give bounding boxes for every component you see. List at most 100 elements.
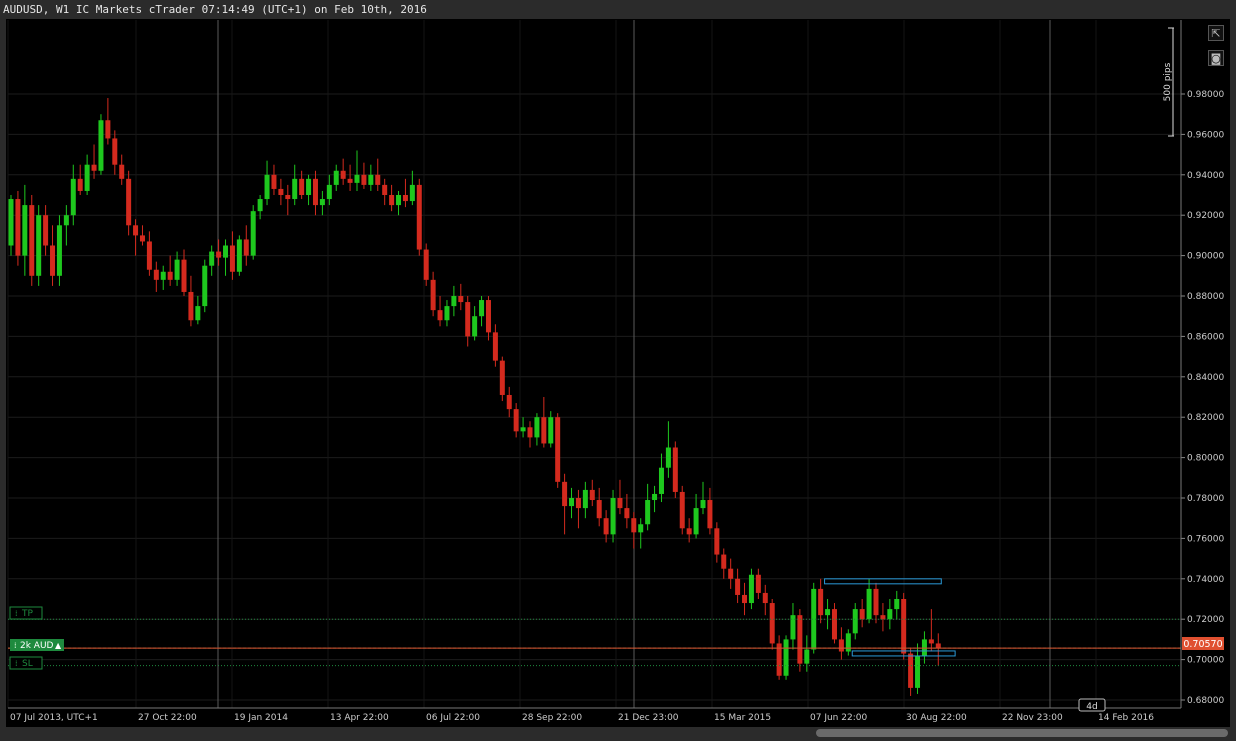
candle-body <box>139 235 145 242</box>
candle-body <box>312 178 318 206</box>
candle-body <box>645 500 651 525</box>
candle-body <box>119 164 125 179</box>
candle-body <box>887 609 893 620</box>
candle-body <box>167 271 173 280</box>
y-tick-label: 0.90000 <box>1187 252 1224 262</box>
time-marker-label: 4d <box>1086 702 1097 712</box>
scrollbar-thumb[interactable] <box>816 729 1228 737</box>
candlestick-chart[interactable]: 0.98000 0.96000 0.94000 0.92000 0.90000 0.880… <box>0 0 1236 741</box>
candle-body <box>229 245 235 272</box>
candle-body <box>188 291 194 321</box>
vertical-separators <box>217 20 1051 708</box>
position-label: 2k AUD <box>20 641 54 651</box>
candle-body <box>652 493 658 501</box>
x-tick-label: 07 Jun 22:00 <box>810 713 867 723</box>
candle-body <box>236 239 242 272</box>
y-tick-label: 0.80000 <box>1187 454 1224 464</box>
candle-body <box>50 245 56 276</box>
x-tick-label: 30 Aug 22:00 <box>906 713 967 723</box>
candle-body <box>174 259 180 280</box>
candle-body <box>748 574 754 604</box>
candle-body <box>292 178 298 200</box>
position-label-box[interactable]: ⁞ 2k AUD ▲ <box>10 639 64 651</box>
candle-body <box>389 195 395 206</box>
candle-body <box>347 178 353 183</box>
y-tick-label: 0.84000 <box>1187 373 1224 383</box>
candle-body <box>146 241 152 270</box>
x-tick-label: 19 Jan 2014 <box>234 713 288 723</box>
candle-body <box>693 508 699 535</box>
candle-body <box>416 184 422 250</box>
candle-body <box>285 195 291 200</box>
candle-body <box>409 184 415 202</box>
candle-body <box>160 271 166 280</box>
candle-body <box>866 588 872 620</box>
up-arrow-icon: ▲ <box>55 641 62 650</box>
candle-body <box>333 170 339 185</box>
candle-body <box>451 296 457 307</box>
candle-body <box>63 215 69 226</box>
candle-body <box>181 259 187 292</box>
candle-body <box>444 306 450 321</box>
candle-body <box>935 643 941 649</box>
candle-body <box>921 639 927 656</box>
candle-body <box>264 174 270 200</box>
candles <box>8 98 941 696</box>
candle-body <box>126 178 132 226</box>
tp-label: TP <box>21 609 33 619</box>
candle-body <box>915 655 921 688</box>
y-tick-label: 0.68000 <box>1187 696 1224 706</box>
candle-body <box>624 508 630 519</box>
sl-label-box[interactable]: ⁞ SL <box>9 656 43 670</box>
y-tick-label: 0.98000 <box>1187 90 1224 100</box>
candle-body <box>534 417 540 438</box>
candle-body <box>243 239 249 256</box>
candle-body <box>804 649 810 664</box>
candle-body <box>368 174 374 185</box>
y-tick-label: 0.92000 <box>1187 211 1224 221</box>
candle-body <box>257 199 263 212</box>
candle-body <box>797 615 803 664</box>
candle-body <box>617 498 623 509</box>
candle-body <box>423 249 429 280</box>
candle-body <box>742 594 748 604</box>
current-price-tag: 0.70570 <box>1182 637 1224 650</box>
camera-icon[interactable]: ◙ <box>1208 50 1224 66</box>
candle-body <box>340 170 346 179</box>
candle-body <box>485 300 491 333</box>
candle-body <box>112 138 118 165</box>
y-tick-label: 0.76000 <box>1187 534 1224 544</box>
candle-body <box>326 184 332 200</box>
x-tick-label: 15 Mar 2015 <box>714 713 771 723</box>
candle-body <box>818 588 824 616</box>
candle-body <box>98 120 104 171</box>
candle-body <box>402 195 408 202</box>
popout-icon[interactable]: ⇱ <box>1208 25 1224 41</box>
candle-body <box>133 225 139 236</box>
candle-body <box>665 447 671 468</box>
candle-body <box>70 178 76 216</box>
candle-body <box>396 195 402 206</box>
candle-body <box>596 500 602 519</box>
candle-body <box>278 188 284 195</box>
candle-body <box>825 609 831 616</box>
candle-body <box>8 199 14 246</box>
candle-body <box>299 178 305 195</box>
candle-body <box>520 427 526 432</box>
candle-body <box>29 205 35 276</box>
candle-body <box>548 417 554 444</box>
y-tick-label: 0.74000 <box>1187 575 1224 585</box>
candle-body <box>15 199 21 256</box>
time-axis: 07 Jul 2013, UTC+1 27 Oct 22:00 19 Jan 201… <box>8 707 1181 723</box>
candle-body <box>84 164 90 191</box>
grid-lines <box>7 20 1181 708</box>
tp-label-box[interactable]: ⁞ TP <box>9 606 43 620</box>
candle-body <box>555 417 561 482</box>
candle-body <box>77 178 83 191</box>
candle-body <box>603 518 609 535</box>
candle-body <box>306 178 312 195</box>
y-tick-label: 0.94000 <box>1187 171 1224 181</box>
candle-body <box>375 174 381 185</box>
x-tick-label: 22 Nov 23:00 <box>1002 713 1063 723</box>
price-axis: 0.98000 0.96000 0.94000 0.92000 0.90000 0.880… <box>1180 20 1224 708</box>
